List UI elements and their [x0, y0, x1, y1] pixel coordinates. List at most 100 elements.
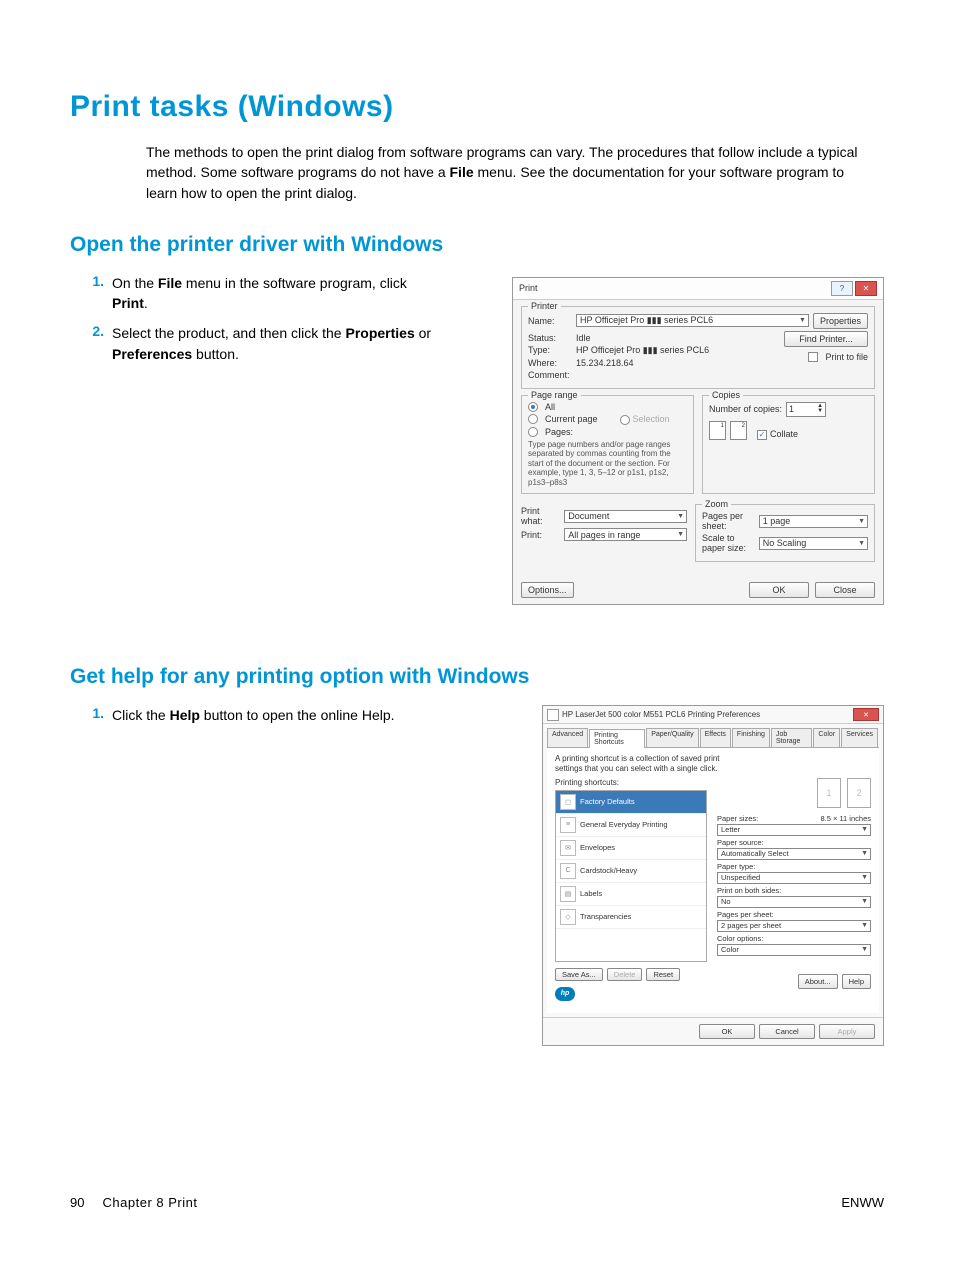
tab-job-storage[interactable]: Job Storage	[771, 728, 812, 747]
step2-text: Select the product, and then click the P…	[112, 323, 432, 364]
help-icon[interactable]: ?	[831, 281, 853, 296]
all-label: All	[545, 402, 555, 412]
all-radio[interactable]	[528, 402, 538, 412]
collate-thumb-icon: 2	[730, 421, 747, 440]
paper-sizes-hint: 8.5 × 11 inches	[820, 814, 871, 823]
paper-source-select[interactable]: Automatically Select▼	[717, 848, 871, 860]
print-dialog: Print ? ✕ Printer Name: HP Officejet Pro…	[512, 277, 884, 606]
intro-paragraph: The methods to open the print dialog fro…	[146, 142, 866, 203]
tab-services[interactable]: Services	[841, 728, 878, 747]
chevron-down-icon: ▼	[858, 518, 865, 525]
both-sides-select[interactable]: No▼	[717, 896, 871, 908]
chevron-down-icon: ▼	[677, 513, 684, 520]
printer-group-label: Printer	[528, 301, 561, 311]
pps-select[interactable]: 1 page▼	[759, 515, 868, 528]
type-value: HP Officejet Pro ▮▮▮ series PCL6	[576, 345, 786, 356]
num-copies-spinner[interactable]: 1 ▲▼	[786, 402, 826, 417]
chevron-down-icon: ▼	[861, 898, 868, 905]
step1-text: On the File menu in the software program…	[112, 273, 432, 314]
tab-paper-quality[interactable]: Paper/Quality	[646, 728, 698, 747]
shortcut-item[interactable]: ◻Factory Defaults	[556, 791, 706, 814]
status-label: Status:	[528, 333, 572, 343]
tab-effects[interactable]: Effects	[700, 728, 731, 747]
comment-label: Comment:	[528, 370, 572, 380]
step2-num: 2.	[70, 323, 112, 339]
type-label: Type:	[528, 345, 572, 355]
close-icon[interactable]: ✕	[853, 708, 879, 721]
apply-button: Apply	[819, 1024, 875, 1039]
prefs-pps-select[interactable]: 2 pages per sheet▼	[717, 920, 871, 932]
printer-name-select[interactable]: HP Officejet Pro ▮▮▮ series PCL6 ▼	[576, 314, 809, 327]
shortcut-item[interactable]: ✉Envelopes	[556, 837, 706, 860]
page-number: 90	[70, 1195, 84, 1210]
shortcuts-list[interactable]: ◻Factory Defaults ≡General Everyday Prin…	[555, 790, 707, 962]
labels-icon: ▤	[560, 886, 576, 902]
page-preview-icon: 2	[847, 778, 871, 808]
tab-printing-shortcuts[interactable]: Printing Shortcuts	[589, 729, 645, 748]
paper-type-select[interactable]: Unspecified▼	[717, 872, 871, 884]
tab-finishing[interactable]: Finishing	[732, 728, 770, 747]
find-printer-button[interactable]: Find Printer...	[784, 331, 868, 347]
print-to-file-label: Print to file	[825, 352, 868, 362]
close-icon[interactable]: ✕	[855, 281, 877, 296]
page-range-group-label: Page range	[528, 390, 581, 400]
properties-button[interactable]: Properties	[813, 313, 868, 329]
spinner-arrows-icon[interactable]: ▲▼	[817, 404, 823, 414]
s2-step1-num: 1.	[70, 705, 112, 721]
pages-radio[interactable]	[528, 427, 538, 437]
chevron-down-icon: ▼	[861, 826, 868, 833]
save-as-button[interactable]: Save As...	[555, 968, 603, 981]
collate-checkbox[interactable]	[757, 430, 767, 440]
print-pages-select[interactable]: All pages in range▼	[564, 528, 687, 541]
tab-color[interactable]: Color	[813, 728, 840, 747]
chevron-down-icon: ▼	[677, 531, 684, 538]
ok-button[interactable]: OK	[699, 1024, 755, 1039]
shortcut-item[interactable]: ≡General Everyday Printing	[556, 814, 706, 837]
hp-logo-icon: hp	[555, 987, 575, 1001]
print-pages-label: Print:	[521, 530, 560, 540]
cancel-button[interactable]: Cancel	[759, 1024, 815, 1039]
section1-heading: Open the printer driver with Windows	[70, 233, 884, 257]
scale-label: Scale to paper size:	[702, 533, 755, 553]
both-sides-label: Print on both sides:	[717, 886, 871, 895]
current-page-radio[interactable]	[528, 414, 538, 424]
printer-icon	[547, 709, 559, 721]
copies-group-label: Copies	[709, 390, 743, 400]
about-button[interactable]: About...	[798, 974, 838, 989]
where-label: Where:	[528, 358, 572, 368]
print-dialog-title: Print	[519, 283, 538, 293]
paper-sizes-select[interactable]: Letter▼	[717, 824, 871, 836]
envelope-icon: ✉	[560, 840, 576, 856]
preferences-dialog: HP LaserJet 500 color M551 PCL6 Printing…	[542, 705, 884, 1045]
color-options-label: Color options:	[717, 934, 871, 943]
prefs-pps-label: Pages per sheet:	[717, 910, 871, 919]
shortcut-item[interactable]: ◇Transparencies	[556, 906, 706, 929]
shortcut-item[interactable]: CCardstock/Heavy	[556, 860, 706, 883]
shortcut-item[interactable]: ▤Labels	[556, 883, 706, 906]
chevron-down-icon: ▼	[858, 540, 865, 547]
chevron-down-icon: ▼	[861, 874, 868, 881]
print-what-select[interactable]: Document▼	[564, 510, 687, 523]
current-page-label: Current page	[545, 414, 598, 424]
reset-button[interactable]: Reset	[646, 968, 680, 981]
tab-advanced[interactable]: Advanced	[547, 728, 588, 747]
delete-button: Delete	[607, 968, 643, 981]
color-options-select[interactable]: Color▼	[717, 944, 871, 956]
ok-button[interactable]: OK	[749, 582, 809, 598]
s2-step1-text: Click the Help button to open the online…	[112, 705, 395, 725]
where-value: 15.234.218.64	[576, 358, 786, 368]
chevron-down-icon: ▼	[861, 922, 868, 929]
tabs-bar: Advanced Printing Shortcuts Paper/Qualit…	[547, 728, 879, 748]
collate-thumb-icon: 1	[709, 421, 726, 440]
print-to-file-checkbox[interactable]	[808, 352, 818, 362]
footer-right: ENWW	[841, 1195, 884, 1210]
scale-select[interactable]: No Scaling▼	[759, 537, 868, 550]
paper-type-label: Paper type:	[717, 862, 871, 871]
help-button[interactable]: Help	[842, 974, 871, 989]
close-button[interactable]: Close	[815, 582, 875, 598]
cardstock-icon: C	[560, 863, 576, 879]
print-what-label: Print what:	[521, 506, 560, 526]
pps-label: Pages per sheet:	[702, 511, 755, 531]
options-button[interactable]: Options...	[521, 582, 574, 598]
selection-radio	[620, 415, 630, 425]
